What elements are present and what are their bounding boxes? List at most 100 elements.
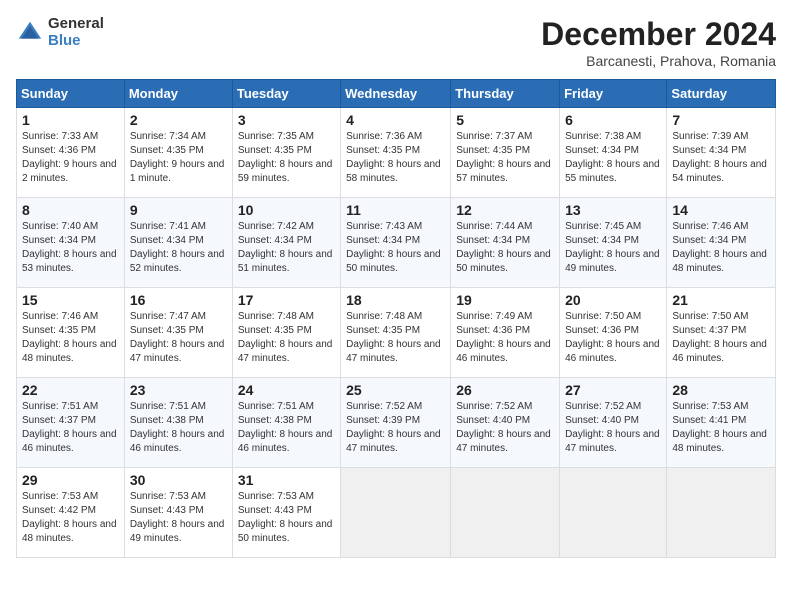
day-content: Sunrise: 7:52 AMSunset: 4:40 PMDaylight:… bbox=[456, 400, 554, 456]
calendar-day-cell: 24 Sunrise: 7:51 AMSunset: 4:38 PMDayligh… bbox=[232, 378, 340, 468]
calendar-day-cell: 3 Sunrise: 7:35 AMSunset: 4:35 PMDaylight… bbox=[232, 108, 340, 198]
logo-icon bbox=[16, 19, 44, 47]
calendar-day-cell: 1 Sunrise: 7:33 AMSunset: 4:36 PMDaylight… bbox=[17, 108, 125, 198]
weekday-header-row: SundayMondayTuesdayWednesdayThursdayFrid… bbox=[17, 80, 776, 108]
page-header: General Blue December 2024 Barcanesti, P… bbox=[16, 16, 776, 69]
day-content: Sunrise: 7:44 AMSunset: 4:34 PMDaylight:… bbox=[456, 220, 554, 276]
day-content: Sunrise: 7:53 AMSunset: 4:42 PMDaylight:… bbox=[22, 490, 119, 546]
calendar-day-cell: 15 Sunrise: 7:46 AMSunset: 4:35 PMDayligh… bbox=[17, 288, 125, 378]
calendar-body: 1 Sunrise: 7:33 AMSunset: 4:36 PMDaylight… bbox=[17, 108, 776, 558]
day-content: Sunrise: 7:33 AMSunset: 4:36 PMDaylight:… bbox=[22, 130, 119, 186]
day-number: 25 bbox=[346, 382, 445, 398]
month-title: December 2024 bbox=[541, 16, 776, 53]
day-content: Sunrise: 7:49 AMSunset: 4:36 PMDaylight:… bbox=[456, 310, 554, 366]
day-number: 10 bbox=[238, 202, 335, 218]
calendar-day-cell: 30 Sunrise: 7:53 AMSunset: 4:43 PMDayligh… bbox=[124, 468, 232, 558]
day-number: 31 bbox=[238, 472, 335, 488]
day-content: Sunrise: 7:41 AMSunset: 4:34 PMDaylight:… bbox=[130, 220, 227, 276]
weekday-header-cell: Wednesday bbox=[341, 80, 451, 108]
weekday-header-cell: Monday bbox=[124, 80, 232, 108]
calendar-day-cell: 7 Sunrise: 7:39 AMSunset: 4:34 PMDaylight… bbox=[667, 108, 776, 198]
calendar-day-cell: 29 Sunrise: 7:53 AMSunset: 4:42 PMDayligh… bbox=[17, 468, 125, 558]
calendar-week-row: 1 Sunrise: 7:33 AMSunset: 4:36 PMDaylight… bbox=[17, 108, 776, 198]
location-title: Barcanesti, Prahova, Romania bbox=[541, 53, 776, 69]
calendar-day-cell: 14 Sunrise: 7:46 AMSunset: 4:34 PMDayligh… bbox=[667, 198, 776, 288]
day-content: Sunrise: 7:39 AMSunset: 4:34 PMDaylight:… bbox=[672, 130, 770, 186]
day-content: Sunrise: 7:43 AMSunset: 4:34 PMDaylight:… bbox=[346, 220, 445, 276]
day-content: Sunrise: 7:35 AMSunset: 4:35 PMDaylight:… bbox=[238, 130, 335, 186]
day-content: Sunrise: 7:45 AMSunset: 4:34 PMDaylight:… bbox=[565, 220, 661, 276]
day-content: Sunrise: 7:53 AMSunset: 4:43 PMDaylight:… bbox=[130, 490, 227, 546]
calendar-day-cell: 18 Sunrise: 7:48 AMSunset: 4:35 PMDayligh… bbox=[341, 288, 451, 378]
day-content: Sunrise: 7:34 AMSunset: 4:35 PMDaylight:… bbox=[130, 130, 227, 186]
calendar-day-cell: 19Sunrise: 7:49 AMSunset: 4:36 PMDayligh… bbox=[451, 288, 560, 378]
calendar-day-cell: 21 Sunrise: 7:50 AMSunset: 4:37 PMDayligh… bbox=[667, 288, 776, 378]
day-number: 15 bbox=[22, 292, 119, 308]
day-number: 21 bbox=[672, 292, 770, 308]
day-number: 4 bbox=[346, 112, 445, 128]
day-number: 3 bbox=[238, 112, 335, 128]
day-number: 28 bbox=[672, 382, 770, 398]
weekday-header-cell: Thursday bbox=[451, 80, 560, 108]
day-content: Sunrise: 7:48 AMSunset: 4:35 PMDaylight:… bbox=[346, 310, 445, 366]
calendar-day-cell: 23Sunrise: 7:51 AMSunset: 4:38 PMDayligh… bbox=[124, 378, 232, 468]
day-content: Sunrise: 7:37 AMSunset: 4:35 PMDaylight:… bbox=[456, 130, 554, 186]
calendar-day-cell: 28 Sunrise: 7:53 AMSunset: 4:41 PMDayligh… bbox=[667, 378, 776, 468]
calendar-week-row: 15 Sunrise: 7:46 AMSunset: 4:35 PMDayligh… bbox=[17, 288, 776, 378]
day-content: Sunrise: 7:51 AMSunset: 4:38 PMDaylight:… bbox=[130, 400, 227, 456]
day-content: Sunrise: 7:52 AMSunset: 4:39 PMDaylight:… bbox=[346, 400, 445, 456]
day-content: Sunrise: 7:38 AMSunset: 4:34 PMDaylight:… bbox=[565, 130, 661, 186]
weekday-header-cell: Tuesday bbox=[232, 80, 340, 108]
weekday-header-cell: Saturday bbox=[667, 80, 776, 108]
logo: General Blue bbox=[16, 16, 104, 49]
calendar-day-cell: 12 Sunrise: 7:44 AMSunset: 4:34 PMDayligh… bbox=[451, 198, 560, 288]
day-number: 16 bbox=[130, 292, 227, 308]
day-number: 18 bbox=[346, 292, 445, 308]
day-number: 12 bbox=[456, 202, 554, 218]
day-number: 14 bbox=[672, 202, 770, 218]
calendar-day-cell: 11 Sunrise: 7:43 AMSunset: 4:34 PMDayligh… bbox=[341, 198, 451, 288]
day-number: 29 bbox=[22, 472, 119, 488]
day-content: Sunrise: 7:47 AMSunset: 4:35 PMDaylight:… bbox=[130, 310, 227, 366]
day-number: 9 bbox=[130, 202, 227, 218]
calendar-day-cell: 13Sunrise: 7:45 AMSunset: 4:34 PMDayligh… bbox=[560, 198, 667, 288]
calendar-week-row: 8Sunrise: 7:40 AMSunset: 4:34 PMDaylight… bbox=[17, 198, 776, 288]
day-number: 17 bbox=[238, 292, 335, 308]
day-content: Sunrise: 7:53 AMSunset: 4:41 PMDaylight:… bbox=[672, 400, 770, 456]
calendar-day-cell: 27Sunrise: 7:52 AMSunset: 4:40 PMDayligh… bbox=[560, 378, 667, 468]
day-content: Sunrise: 7:48 AMSunset: 4:35 PMDaylight:… bbox=[238, 310, 335, 366]
day-number: 2 bbox=[130, 112, 227, 128]
day-number: 5 bbox=[456, 112, 554, 128]
day-content: Sunrise: 7:36 AMSunset: 4:35 PMDaylight:… bbox=[346, 130, 445, 186]
day-content: Sunrise: 7:51 AMSunset: 4:37 PMDaylight:… bbox=[22, 400, 119, 456]
calendar-day-cell bbox=[341, 468, 451, 558]
calendar-day-cell: 26 Sunrise: 7:52 AMSunset: 4:40 PMDayligh… bbox=[451, 378, 560, 468]
logo-blue: Blue bbox=[48, 33, 104, 50]
day-content: Sunrise: 7:46 AMSunset: 4:35 PMDaylight:… bbox=[22, 310, 119, 366]
day-content: Sunrise: 7:46 AMSunset: 4:34 PMDaylight:… bbox=[672, 220, 770, 276]
calendar-day-cell bbox=[560, 468, 667, 558]
day-number: 20 bbox=[565, 292, 661, 308]
day-content: Sunrise: 7:51 AMSunset: 4:38 PMDaylight:… bbox=[238, 400, 335, 456]
day-content: Sunrise: 7:40 AMSunset: 4:34 PMDaylight:… bbox=[22, 220, 119, 276]
day-number: 24 bbox=[238, 382, 335, 398]
logo-general: General bbox=[48, 16, 104, 33]
calendar-day-cell bbox=[451, 468, 560, 558]
day-number: 30 bbox=[130, 472, 227, 488]
day-number: 1 bbox=[22, 112, 119, 128]
day-number: 7 bbox=[672, 112, 770, 128]
calendar-day-cell: 6Sunrise: 7:38 AMSunset: 4:34 PMDaylight… bbox=[560, 108, 667, 198]
calendar-day-cell: 22Sunrise: 7:51 AMSunset: 4:37 PMDayligh… bbox=[17, 378, 125, 468]
calendar-day-cell: 4 Sunrise: 7:36 AMSunset: 4:35 PMDaylight… bbox=[341, 108, 451, 198]
day-number: 26 bbox=[456, 382, 554, 398]
day-number: 11 bbox=[346, 202, 445, 218]
calendar-day-cell: 25 Sunrise: 7:52 AMSunset: 4:39 PMDayligh… bbox=[341, 378, 451, 468]
calendar-day-cell: 2 Sunrise: 7:34 AMSunset: 4:35 PMDaylight… bbox=[124, 108, 232, 198]
day-content: Sunrise: 7:50 AMSunset: 4:37 PMDaylight:… bbox=[672, 310, 770, 366]
calendar-day-cell: 17 Sunrise: 7:48 AMSunset: 4:35 PMDayligh… bbox=[232, 288, 340, 378]
weekday-header-cell: Friday bbox=[560, 80, 667, 108]
calendar-day-cell bbox=[667, 468, 776, 558]
calendar-day-cell: 8Sunrise: 7:40 AMSunset: 4:34 PMDaylight… bbox=[17, 198, 125, 288]
day-content: Sunrise: 7:52 AMSunset: 4:40 PMDaylight:… bbox=[565, 400, 661, 456]
calendar-day-cell: 16 Sunrise: 7:47 AMSunset: 4:35 PMDayligh… bbox=[124, 288, 232, 378]
